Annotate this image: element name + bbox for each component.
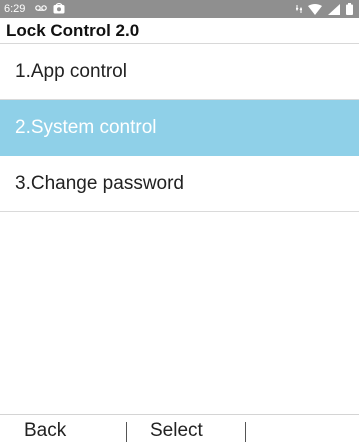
menu-item-change-password[interactable]: 3.Change password (0, 156, 359, 212)
voicemail-icon (35, 3, 47, 14)
back-softkey[interactable]: Back (24, 420, 66, 442)
menu-list: 1.App control 2.System control 3.Change … (0, 44, 359, 212)
menu-item-app-control[interactable]: 1.App control (0, 44, 359, 100)
softkey-divider (126, 422, 127, 442)
status-right-icons (296, 3, 353, 15)
signal-icon (328, 3, 340, 15)
page-title: Lock Control 2.0 (6, 21, 140, 40)
image-notification-icon (53, 3, 65, 14)
softkey-divider (245, 422, 246, 442)
menu-item-label: 3.Change password (15, 173, 184, 194)
data-arrows-icon (296, 4, 302, 14)
softkey-bar: Back Select (0, 414, 359, 445)
select-softkey[interactable]: Select (150, 420, 203, 442)
wifi-icon (308, 3, 322, 15)
status-bar: 6:29 (0, 0, 359, 18)
status-time: 6:29 (4, 3, 26, 15)
menu-item-label: 2.System control (15, 117, 157, 138)
battery-icon (346, 3, 353, 15)
title-bar: Lock Control 2.0 (0, 18, 359, 44)
status-left-icons (35, 3, 65, 14)
menu-item-label: 1.App control (15, 61, 127, 82)
menu-item-system-control[interactable]: 2.System control (0, 100, 359, 156)
